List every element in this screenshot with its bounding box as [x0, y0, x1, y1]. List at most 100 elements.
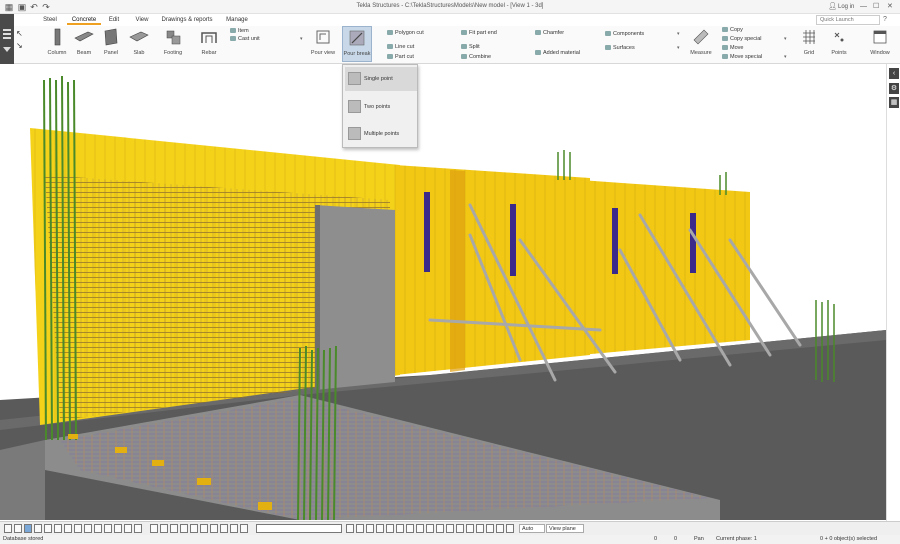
select-button[interactable]	[220, 524, 228, 533]
part-cut-button[interactable]: Part cut	[387, 54, 414, 61]
snap-button[interactable]	[64, 524, 72, 533]
select-button[interactable]	[160, 524, 168, 533]
select-button[interactable]	[180, 524, 188, 533]
snap-mode-select[interactable]: Auto	[519, 524, 545, 533]
menu-item-multiple-points[interactable]: Multiple points	[345, 122, 417, 146]
quick-launch-input[interactable]	[816, 15, 880, 25]
tab-concrete[interactable]: Concrete	[67, 15, 101, 25]
item-button[interactable]: Item	[230, 28, 249, 35]
snap-button[interactable]	[476, 524, 484, 533]
slab-button[interactable]: Slab	[126, 28, 152, 56]
minimize-button[interactable]: —	[860, 2, 867, 12]
snap-button[interactable]	[74, 524, 82, 533]
chevron-down-icon[interactable]: ▾	[300, 36, 303, 42]
grid-button[interactable]: Grid	[798, 28, 820, 56]
help-icon[interactable]: ?	[883, 14, 887, 25]
chevron-down-icon[interactable]	[3, 47, 11, 52]
select-button[interactable]	[240, 524, 248, 533]
fit-part-end-button[interactable]: Fit part end	[461, 30, 497, 37]
move-special-button[interactable]: Move special	[722, 54, 762, 61]
snap-button[interactable]	[406, 524, 414, 533]
properties-icon[interactable]: ⚙	[889, 83, 899, 94]
tab-manage[interactable]: Manage	[225, 15, 249, 25]
snap-button[interactable]	[456, 524, 464, 533]
snap-button[interactable]	[14, 524, 22, 533]
snap-button[interactable]	[496, 524, 504, 533]
added-material-button[interactable]: Added material	[535, 50, 580, 57]
snap-button[interactable]	[506, 524, 514, 533]
combine-button[interactable]: Combine	[461, 54, 491, 61]
select-button[interactable]	[150, 524, 158, 533]
select-arrow-icon[interactable]: ↖	[16, 30, 23, 38]
snap-button[interactable]	[436, 524, 444, 533]
footing-button[interactable]: Footing	[158, 28, 188, 56]
split-button[interactable]: Split	[461, 44, 480, 51]
snap-button[interactable]	[4, 524, 12, 533]
login-link[interactable]: Log in	[838, 2, 854, 12]
model-view-3d[interactable]	[0, 64, 886, 521]
cast-unit-button[interactable]: Cast unit	[230, 36, 260, 43]
snap-button[interactable]	[376, 524, 384, 533]
select-button[interactable]	[170, 524, 178, 533]
chevron-down-icon[interactable]: ▾	[784, 54, 787, 60]
move-button[interactable]: Move	[722, 45, 743, 52]
pour-break-button[interactable]: Pour break	[342, 26, 372, 62]
snap-button[interactable]	[426, 524, 434, 533]
snap-button[interactable]	[34, 524, 42, 533]
snap-button[interactable]	[396, 524, 404, 533]
snap-button[interactable]	[486, 524, 494, 533]
select-button[interactable]	[230, 524, 238, 533]
menu-item-single-point[interactable]: Single point	[345, 67, 417, 91]
select-button[interactable]	[210, 524, 218, 533]
file-menu-strip[interactable]	[0, 14, 14, 64]
points-button[interactable]: Points	[828, 28, 850, 56]
snap-button[interactable]	[416, 524, 424, 533]
snap-arrow-icon[interactable]: ↘	[16, 42, 23, 50]
measure-button[interactable]: Measure	[688, 28, 714, 56]
copy-special-button[interactable]: Copy special	[722, 36, 762, 43]
window-button[interactable]: Window	[866, 28, 894, 56]
snap-button[interactable]	[386, 524, 394, 533]
copy-button[interactable]: Copy	[722, 27, 743, 34]
tab-steel[interactable]: Steel	[40, 15, 60, 25]
pour-view-button[interactable]: Pour view	[310, 28, 336, 56]
chevron-down-icon[interactable]: ▾	[677, 31, 680, 37]
polygon-cut-button[interactable]: Polygon cut	[387, 30, 424, 37]
tab-view[interactable]: View	[133, 15, 151, 25]
snap-button[interactable]	[54, 524, 62, 533]
rebar-button[interactable]: Rebar	[196, 28, 222, 56]
chamfer-button[interactable]: Chamfer	[535, 30, 564, 37]
snap-button[interactable]	[94, 524, 102, 533]
snap-button[interactable]	[134, 524, 142, 533]
chevron-down-icon[interactable]: ▾	[677, 45, 680, 51]
tab-edit[interactable]: Edit	[107, 15, 121, 25]
tab-drawings-reports[interactable]: Drawings & reports	[161, 15, 213, 25]
snap-button[interactable]	[104, 524, 112, 533]
snap-button[interactable]	[124, 524, 132, 533]
snap-button[interactable]	[356, 524, 364, 533]
beam-button[interactable]: Beam	[72, 28, 96, 56]
snap-button[interactable]	[84, 524, 92, 533]
snap-button[interactable]	[24, 524, 32, 533]
components-button[interactable]: Components	[605, 31, 644, 38]
panel-button[interactable]: Panel	[98, 28, 124, 56]
snap-button[interactable]	[466, 524, 474, 533]
snap-button[interactable]	[366, 524, 374, 533]
snap-filter-field[interactable]	[256, 524, 342, 533]
3d-model-canvas[interactable]	[0, 64, 886, 521]
snap-button[interactable]	[114, 524, 122, 533]
line-cut-button[interactable]: Line cut	[387, 44, 414, 51]
surfaces-button[interactable]: Surfaces	[605, 45, 635, 52]
close-button[interactable]: ✕	[887, 2, 893, 12]
snap-button[interactable]	[346, 524, 354, 533]
plane-select[interactable]: View plane	[546, 524, 584, 533]
maximize-button[interactable]: ☐	[873, 2, 879, 12]
catalog-icon[interactable]: ▦	[889, 97, 899, 108]
collapse-chevron-icon[interactable]: ‹	[889, 68, 899, 79]
select-button[interactable]	[190, 524, 198, 533]
select-button[interactable]	[200, 524, 208, 533]
user-icon[interactable]: 👤︎	[828, 2, 837, 12]
snap-button[interactable]	[446, 524, 454, 533]
chevron-down-icon[interactable]: ▾	[784, 36, 787, 42]
menu-item-two-points[interactable]: Two points	[345, 95, 417, 119]
